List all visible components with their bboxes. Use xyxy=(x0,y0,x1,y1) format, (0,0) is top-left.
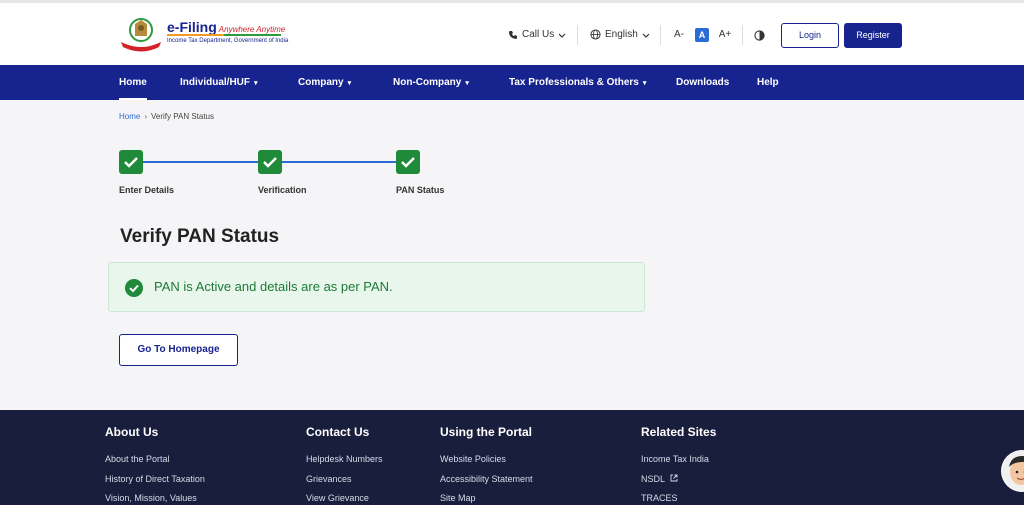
call-us-label: Call Us xyxy=(522,29,555,40)
contrast-icon[interactable] xyxy=(754,30,765,41)
footer-link[interactable]: Website Policies xyxy=(440,454,506,464)
footer-link[interactable]: About the Portal xyxy=(105,454,170,464)
language-label: English xyxy=(605,29,638,40)
step-connector xyxy=(143,161,258,163)
nav-item-individual-huf[interactable]: Individual/HUF ▾ xyxy=(180,65,258,100)
footer-link[interactable]: Grievances xyxy=(306,474,352,484)
globe-icon xyxy=(590,29,601,40)
step-label: Enter Details xyxy=(119,185,175,195)
footer-link[interactable]: Vision, Mission, Values xyxy=(105,493,197,503)
success-alert: PAN is Active and details are as per PAN… xyxy=(108,262,645,312)
chevron-down-icon: ▾ xyxy=(642,80,647,87)
header-divider xyxy=(577,25,578,45)
logo-tagline: Anywhere Anytime xyxy=(218,25,286,34)
nav-item-help[interactable]: Help xyxy=(757,65,779,100)
external-link-icon xyxy=(670,474,678,482)
nav-item-downloads[interactable]: Downloads xyxy=(676,65,729,100)
step-connector xyxy=(282,161,396,163)
footer-link[interactable]: View Grievance xyxy=(306,493,369,503)
header-divider xyxy=(742,25,743,45)
breadcrumb-home-link[interactable]: Home xyxy=(119,112,140,121)
efiling-logo[interactable]: e-Filing Anywhere Anytime Income Tax Depa… xyxy=(119,16,289,54)
national-emblem-icon xyxy=(121,18,161,52)
nav-item-non-company[interactable]: Non-Company ▾ xyxy=(393,65,469,100)
footer-link[interactable]: Helpdesk Numbers xyxy=(306,454,383,464)
logo-title: e-Filing Anywhere Anytime xyxy=(167,19,286,35)
chevron-down-icon xyxy=(558,33,566,38)
nav-item-tax-professionals[interactable]: Tax Professionals & Others ▾ xyxy=(509,65,646,100)
footer-link-nsdl[interactable]: NSDL xyxy=(641,474,678,484)
footer-heading-using-portal: Using the Portal xyxy=(440,425,533,439)
chevron-down-icon: ▾ xyxy=(347,80,352,87)
step-label: PAN Status xyxy=(396,185,445,195)
step-complete-pan-status xyxy=(396,150,420,174)
breadcrumb: Home › Verify PAN Status xyxy=(119,112,214,121)
footer-link[interactable]: Site Map xyxy=(440,493,476,503)
site-header: e-Filing Anywhere Anytime Income Tax Depa… xyxy=(0,3,1024,65)
login-button[interactable]: Login xyxy=(781,23,839,48)
footer-heading-related-sites: Related Sites xyxy=(641,425,717,439)
font-decrease-button[interactable]: A- xyxy=(672,28,686,42)
footer-link[interactable]: TRACES xyxy=(641,493,678,503)
breadcrumb-current: Verify PAN Status xyxy=(151,112,215,121)
check-icon xyxy=(401,157,415,168)
step-complete-enter-details xyxy=(119,150,143,174)
footer-link[interactable]: Income Tax India xyxy=(641,454,709,464)
check-circle-icon xyxy=(125,279,143,297)
go-to-homepage-button[interactable]: Go To Homepage xyxy=(119,334,238,366)
logo-divider xyxy=(167,34,281,36)
font-increase-button[interactable]: A+ xyxy=(718,28,732,42)
main-nav: Home Individual/HUF ▾ Company ▾ Non-Compan… xyxy=(0,65,1024,100)
nav-item-company[interactable]: Company ▾ xyxy=(298,65,351,100)
font-normal-button[interactable]: A xyxy=(695,28,709,42)
step-label: Verification xyxy=(258,185,307,195)
footer-heading-contact-us: Contact Us xyxy=(306,425,370,439)
logo-subtitle: Income Tax Department, Government of Ind… xyxy=(167,38,289,44)
breadcrumb-separator: › xyxy=(144,112,148,121)
chevron-down-icon: ▾ xyxy=(254,80,258,87)
step-complete-verification xyxy=(258,150,282,174)
register-button[interactable]: Register xyxy=(844,23,902,48)
call-us-dropdown[interactable]: Call Us xyxy=(508,29,566,40)
chevron-down-icon xyxy=(642,33,650,38)
alert-message: PAN is Active and details are as per PAN… xyxy=(154,279,393,294)
check-icon xyxy=(263,157,277,168)
check-icon xyxy=(124,157,138,168)
phone-icon xyxy=(509,30,517,39)
footer-heading-about-us: About Us xyxy=(105,425,159,439)
header-divider xyxy=(660,25,661,45)
footer-link[interactable]: Accessibility Statement xyxy=(440,474,533,484)
site-footer: About Us About the Portal History of Dir… xyxy=(0,410,1024,505)
chevron-down-icon: ▾ xyxy=(465,80,469,87)
nav-item-home[interactable]: Home xyxy=(119,65,147,100)
language-dropdown[interactable]: English xyxy=(590,29,650,40)
page-title: Verify PAN Status xyxy=(120,226,280,247)
footer-link[interactable]: History of Direct Taxation xyxy=(105,474,205,484)
